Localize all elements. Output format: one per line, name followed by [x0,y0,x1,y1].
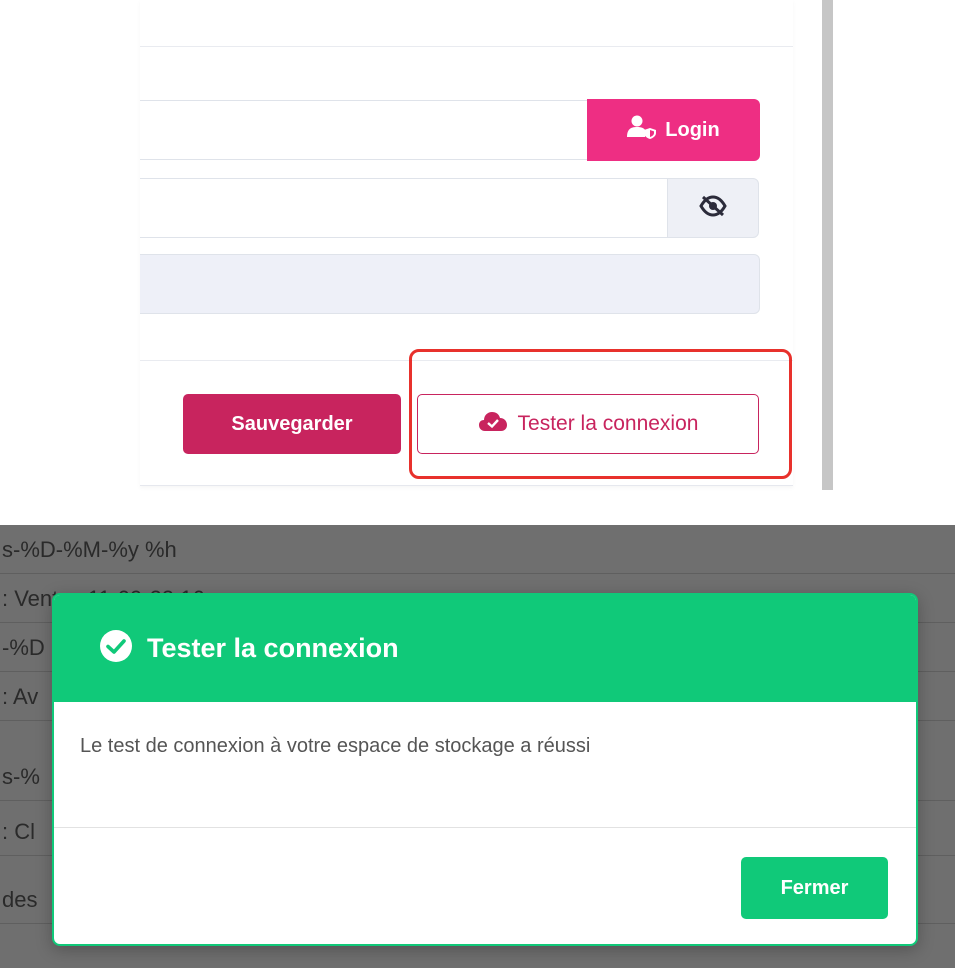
user-shield-icon [627,115,657,145]
password-input[interactable] [140,179,667,237]
close-button[interactable]: Fermer [741,857,888,919]
login-button[interactable]: Login [587,99,760,161]
modal-title: Tester la connexion [147,633,399,663]
modal-footer-divider [54,827,916,828]
settings-panel: Login Sauvegarder Tester la connexion [0,0,955,515]
check-circle-icon [99,629,133,668]
modal-header: Tester la connexion [54,595,916,702]
background-row: s-%D-%M-%y %h [0,525,955,574]
modal-message: Le test de connexion à votre espace de s… [80,735,591,757]
success-modal: Tester la connexion Le test de connexion… [52,593,918,946]
readonly-field [140,254,760,314]
login-button-label: Login [665,118,720,141]
save-button[interactable]: Sauvegarder [183,394,401,454]
username-input[interactable] [140,101,587,159]
test-connection-button[interactable]: Tester la connexion [417,394,759,454]
dimmed-page-overlay: s-%D-%M-%y %h : Ventes 11-09-22 16 -%D :… [0,525,955,968]
cloud-check-icon [478,410,508,438]
toggle-password-button[interactable] [667,178,759,238]
username-field[interactable] [140,100,588,160]
test-connection-label: Tester la connexion [517,412,699,435]
scrollbar[interactable] [822,0,833,490]
password-field[interactable] [140,178,668,238]
card-header-divider [140,46,793,47]
card-footer-divider [140,360,793,361]
eye-slash-icon [699,194,727,222]
